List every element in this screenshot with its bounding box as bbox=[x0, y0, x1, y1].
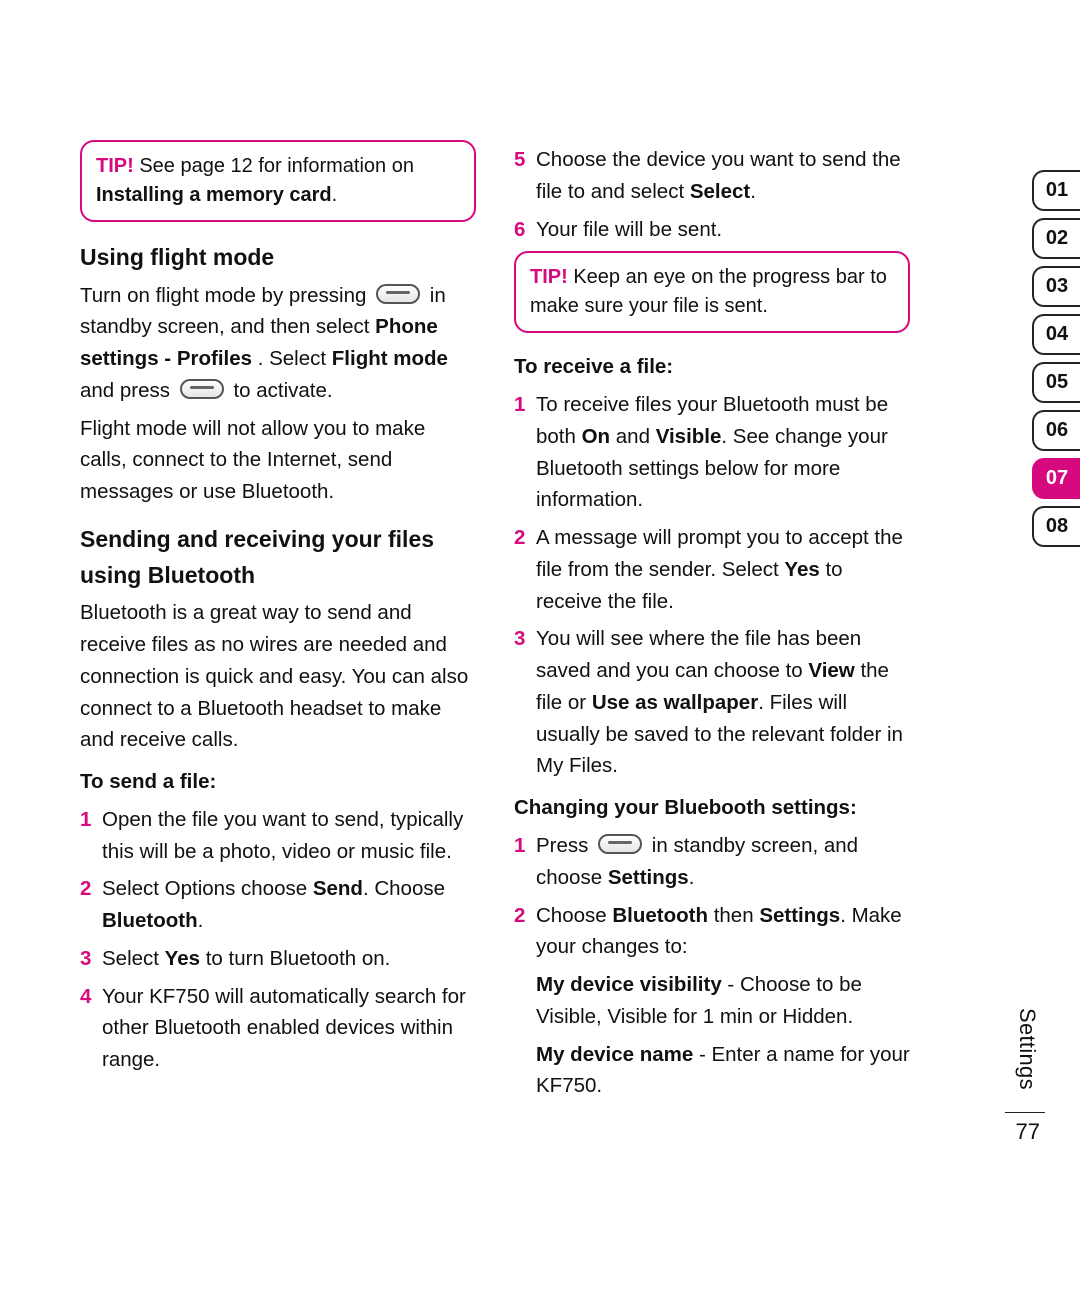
receive-steps: 1To receive files your Bluetooth must be… bbox=[514, 389, 910, 782]
section-tab-05[interactable]: 05 bbox=[1032, 362, 1080, 403]
step-item: 5Choose the device you want to send the … bbox=[514, 144, 910, 208]
step-number: 6 bbox=[514, 214, 536, 246]
step-body: Your file will be sent. bbox=[536, 214, 910, 246]
page-number: 77 bbox=[1016, 1119, 1040, 1145]
change-settings-heading: Changing your Bluebooth settings: bbox=[514, 792, 910, 824]
step-item: 1To receive files your Bluetooth must be… bbox=[514, 389, 910, 516]
bluetooth-intro: Bluetooth is a great way to send and rec… bbox=[80, 597, 476, 756]
side-label: Settings bbox=[1014, 1008, 1040, 1090]
section-tab-07[interactable]: 07 bbox=[1032, 458, 1080, 499]
step-item: 2A message will prompt you to accept the… bbox=[514, 522, 910, 617]
section-tab-01[interactable]: 01 bbox=[1032, 170, 1080, 211]
fm-text-e: to activate. bbox=[233, 379, 332, 402]
fm-text-a: Turn on flight mode by pressing bbox=[80, 284, 372, 307]
content-columns: TIP! See page 12 for information on Inst… bbox=[80, 140, 910, 1108]
tip-box-memory-card: TIP! See page 12 for information on Inst… bbox=[80, 140, 476, 222]
detail2-bold: My device name bbox=[536, 1043, 693, 1066]
send-steps-left: 1Open the file you want to send, typical… bbox=[80, 804, 476, 1076]
step-body: Your KF750 will automatically search for… bbox=[102, 981, 476, 1076]
section-tab-08[interactable]: 08 bbox=[1032, 506, 1080, 547]
step-item: 4Your KF750 will automatically search fo… bbox=[80, 981, 476, 1076]
section-tab-06[interactable]: 06 bbox=[1032, 410, 1080, 451]
fm-bold-c: Flight mode bbox=[332, 347, 448, 370]
section-tabs: 01 02 03 04 05 06 07 08 bbox=[1032, 170, 1080, 554]
step-body: Press in standby screen, and choose Sett… bbox=[536, 830, 910, 894]
step-body: A message will prompt you to accept the … bbox=[536, 522, 910, 617]
tip-label: TIP! bbox=[96, 155, 134, 177]
step-number: 2 bbox=[80, 873, 102, 937]
step-number: 5 bbox=[514, 144, 536, 208]
detail1-bold: My device visibility bbox=[536, 973, 722, 996]
side-rule bbox=[1005, 1112, 1045, 1113]
section-tab-04[interactable]: 04 bbox=[1032, 314, 1080, 355]
step-number: 1 bbox=[514, 389, 536, 516]
tip-text-1: See page 12 for information on bbox=[134, 155, 414, 177]
send-steps-right: 5Choose the device you want to send the … bbox=[514, 144, 910, 245]
step-body: You will see where the file has been sav… bbox=[536, 623, 910, 782]
step-item: 3Select Yes to turn Bluetooth on. bbox=[80, 943, 476, 975]
change-steps: 1Press in standby screen, and choose Set… bbox=[514, 830, 910, 963]
step-number: 3 bbox=[514, 623, 536, 782]
left-column: TIP! See page 12 for information on Inst… bbox=[80, 140, 476, 1108]
manual-page: TIP! See page 12 for information on Inst… bbox=[0, 0, 1080, 1295]
step-item: 6Your file will be sent. bbox=[514, 214, 910, 246]
step-item: 3You will see where the file has been sa… bbox=[514, 623, 910, 782]
menu-key-icon bbox=[376, 284, 420, 304]
step-body: To receive files your Bluetooth must be … bbox=[536, 389, 910, 516]
tip-label: TIP! bbox=[530, 266, 568, 288]
step-number: 4 bbox=[80, 981, 102, 1076]
menu-key-icon bbox=[598, 834, 642, 854]
step-body: Select Yes to turn Bluetooth on. bbox=[102, 943, 476, 975]
section-tab-02[interactable]: 02 bbox=[1032, 218, 1080, 259]
step-body: Choose Bluetooth then Settings. Make you… bbox=[536, 900, 910, 964]
step-item: 1Open the file you want to send, typical… bbox=[80, 804, 476, 868]
tip-text: Keep an eye on the progress bar to make … bbox=[530, 266, 887, 317]
fm-text-d: and press bbox=[80, 379, 176, 402]
step-body: Choose the device you want to send the f… bbox=[536, 144, 910, 208]
step-body: Select Options choose Send. Choose Bluet… bbox=[102, 873, 476, 937]
fm-text-c: . Select bbox=[258, 347, 332, 370]
step-item: 2Choose Bluetooth then Settings. Make yo… bbox=[514, 900, 910, 964]
section-tab-03[interactable]: 03 bbox=[1032, 266, 1080, 307]
tip-text-2: . bbox=[332, 184, 338, 206]
step-number: 1 bbox=[80, 804, 102, 868]
to-receive-heading: To receive a file: bbox=[514, 351, 910, 383]
heading-bluetooth: Sending and receiving your files using B… bbox=[80, 522, 476, 593]
to-send-heading: To send a file: bbox=[80, 766, 476, 798]
step-number: 2 bbox=[514, 522, 536, 617]
step-item: 2Select Options choose Send. Choose Blue… bbox=[80, 873, 476, 937]
step-number: 3 bbox=[80, 943, 102, 975]
tip-bold: Installing a memory card bbox=[96, 184, 332, 206]
menu-key-icon bbox=[180, 379, 224, 399]
step-number: 1 bbox=[514, 830, 536, 894]
step-body: Open the file you want to send, typicall… bbox=[102, 804, 476, 868]
flight-mode-para-1: Turn on flight mode by pressing in stand… bbox=[80, 280, 476, 407]
step-number: 2 bbox=[514, 900, 536, 964]
right-column: 5Choose the device you want to send the … bbox=[514, 140, 910, 1108]
step-item: 1Press in standby screen, and choose Set… bbox=[514, 830, 910, 894]
detail-visibility: My device visibility - Choose to be Visi… bbox=[536, 969, 910, 1033]
tip-box-progress: TIP! Keep an eye on the progress bar to … bbox=[514, 251, 910, 333]
heading-flight-mode: Using flight mode bbox=[80, 240, 476, 276]
flight-mode-para-2: Flight mode will not allow you to make c… bbox=[80, 413, 476, 508]
detail-name: My device name - Enter a name for your K… bbox=[536, 1039, 910, 1103]
